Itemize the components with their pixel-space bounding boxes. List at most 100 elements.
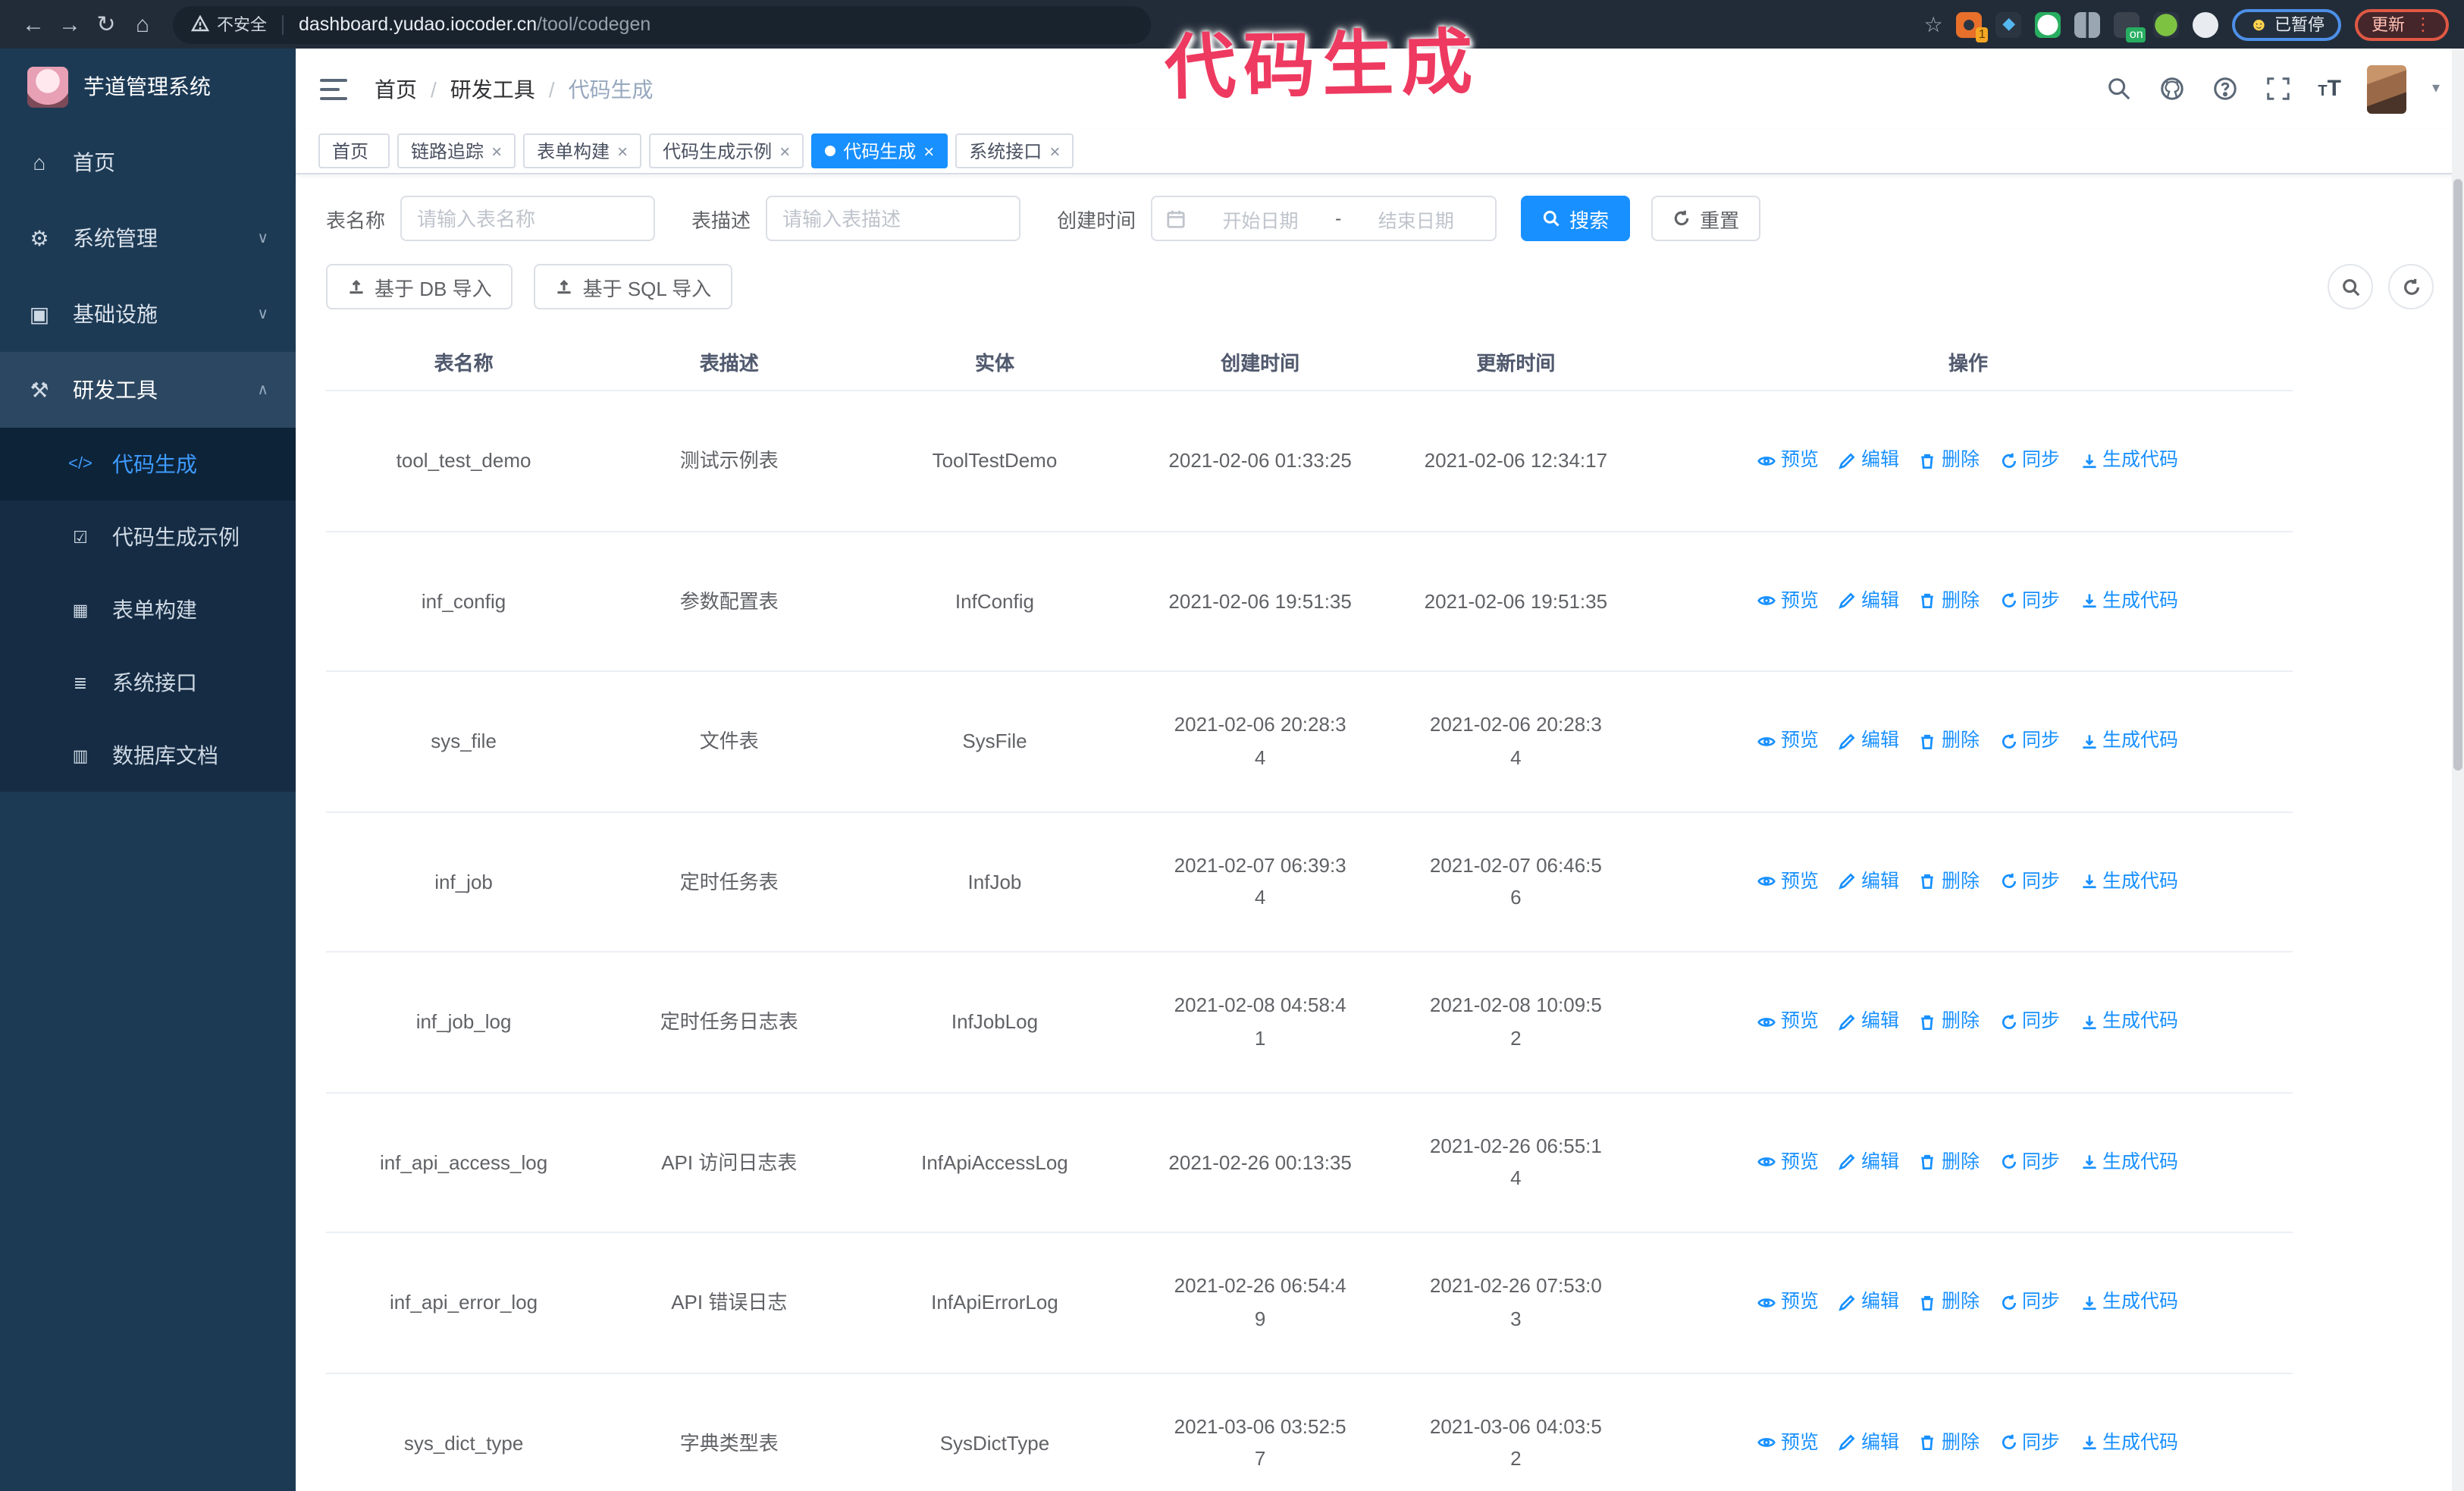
extension-icon-orange[interactable]: 1 <box>1956 11 1989 42</box>
preview-link[interactable]: 预览 <box>1758 1006 1819 1037</box>
breadcrumb-item[interactable]: 研发工具 <box>450 74 535 104</box>
extension-icon-puzzle[interactable] <box>2193 11 2219 37</box>
tab-close-icon[interactable]: × <box>1049 140 1060 162</box>
sync-link[interactable]: 同步 <box>1999 585 2060 617</box>
preview-link[interactable]: 预览 <box>1758 445 1819 476</box>
sidebar-item[interactable]: ⌂ 首页 <box>0 124 296 200</box>
sidebar-subitem[interactable]: </> 代码生成 <box>0 428 296 501</box>
delete-link[interactable]: 删除 <box>1919 1287 1980 1318</box>
preview-link[interactable]: 预览 <box>1758 1287 1819 1318</box>
sql-import-button[interactable]: 基于 SQL 导入 <box>534 264 733 309</box>
delete-link[interactable]: 删除 <box>1919 1006 1980 1037</box>
fullscreen-icon[interactable] <box>2265 75 2292 102</box>
edit-link[interactable]: 编辑 <box>1839 726 1899 757</box>
extension-icon-dark[interactable]: on <box>2114 11 2146 42</box>
scrollbar-thumb[interactable] <box>2453 179 2462 771</box>
edit-link[interactable]: 编辑 <box>1839 1287 1899 1318</box>
security-warning[interactable]: 不安全 <box>191 12 267 36</box>
delete-link[interactable]: 删除 <box>1919 1147 1980 1178</box>
delete-link[interactable]: 删除 <box>1919 726 1980 757</box>
end-date-placeholder[interactable]: 结束日期 <box>1350 204 1481 233</box>
preview-link[interactable]: 预览 <box>1758 1147 1819 1178</box>
browser-back-icon[interactable]: ← <box>15 11 52 37</box>
edit-link[interactable]: 编辑 <box>1839 585 1899 617</box>
db-import-button[interactable]: 基于 DB 导入 <box>326 264 513 309</box>
sidebar-item[interactable]: ⚒ 研发工具 ∧ <box>0 352 296 428</box>
edit-link[interactable]: 编辑 <box>1839 1006 1899 1037</box>
toggle-search-button[interactable] <box>2328 264 2373 309</box>
generate-code-link[interactable]: 生成代码 <box>2080 1006 2178 1037</box>
view-tab[interactable]: 首页 <box>318 133 390 168</box>
sidebar-item[interactable]: ▣ 基础设施 ∨ <box>0 276 296 352</box>
help-icon[interactable] <box>2212 75 2239 102</box>
tab-close-icon[interactable]: × <box>617 140 628 162</box>
browser-update-pill[interactable]: 更新 ⋮ <box>2355 8 2449 40</box>
table-name-input[interactable] <box>400 196 656 241</box>
sync-link[interactable]: 同步 <box>1999 726 2060 757</box>
breadcrumb-item[interactable]: 代码生成 <box>569 74 654 104</box>
generate-code-link[interactable]: 生成代码 <box>2080 1147 2178 1178</box>
sync-link[interactable]: 同步 <box>1999 1287 2060 1318</box>
delete-link[interactable]: 删除 <box>1919 585 1980 617</box>
view-tab[interactable]: 链路追踪 × <box>397 133 516 168</box>
sidebar-toggle-icon[interactable] <box>320 78 347 99</box>
delete-link[interactable]: 删除 <box>1919 1427 1980 1458</box>
view-tab[interactable]: 代码生成 × <box>811 133 948 168</box>
extension-icon-monkey[interactable] <box>2153 11 2180 37</box>
generate-code-link[interactable]: 生成代码 <box>2080 726 2178 757</box>
browser-reload-icon[interactable]: ↻ <box>88 11 124 38</box>
extension-icon-columns[interactable] <box>2074 11 2101 37</box>
generate-code-link[interactable]: 生成代码 <box>2080 1287 2178 1318</box>
sync-link[interactable]: 同步 <box>1999 866 2060 897</box>
generate-code-link[interactable]: 生成代码 <box>2080 585 2178 617</box>
breadcrumb-item[interactable]: 首页 <box>375 74 417 104</box>
edit-link[interactable]: 编辑 <box>1839 1427 1899 1458</box>
search-button[interactable]: 搜索 <box>1521 196 1631 241</box>
sync-link[interactable]: 同步 <box>1999 1427 2060 1458</box>
preview-link[interactable]: 预览 <box>1758 1427 1819 1458</box>
edit-link[interactable]: 编辑 <box>1839 1147 1899 1178</box>
generate-code-link[interactable]: 生成代码 <box>2080 866 2178 897</box>
profile-paused-pill[interactable]: ☻ 已暂停 <box>2232 8 2341 40</box>
tab-close-icon[interactable]: × <box>491 140 502 162</box>
preview-link[interactable]: 预览 <box>1758 585 1819 617</box>
tab-close-icon[interactable]: × <box>923 140 934 162</box>
sync-link[interactable]: 同步 <box>1999 445 2060 476</box>
browser-menu-dots-icon[interactable]: ⋮ <box>2414 14 2432 35</box>
view-tab[interactable]: 系统接口 × <box>955 133 1074 168</box>
edit-link[interactable]: 编辑 <box>1839 866 1899 897</box>
view-tab[interactable]: 代码生成示例 × <box>649 133 804 168</box>
start-date-placeholder[interactable]: 开始日期 <box>1195 204 1326 233</box>
sidebar-subitem[interactable]: ☑ 代码生成示例 <box>0 501 296 573</box>
sidebar-item[interactable]: ⚙ 系统管理 ∨ <box>0 200 296 276</box>
extension-icon-gem[interactable]: ◆ <box>1995 11 2022 37</box>
address-bar[interactable]: 不安全 dashboard.yudao.iocoder.cn/tool/code… <box>173 5 1151 43</box>
delete-link[interactable]: 删除 <box>1919 866 1980 897</box>
date-range-picker[interactable]: 开始日期 - 结束日期 <box>1151 196 1497 241</box>
preview-link[interactable]: 预览 <box>1758 866 1819 897</box>
sidebar-subitem[interactable]: ▥ 数据库文档 <box>0 719 296 792</box>
sidebar-subitem[interactable]: ≣ 系统接口 <box>0 646 296 719</box>
table-desc-input[interactable] <box>766 196 1021 241</box>
browser-home-icon[interactable]: ⌂ <box>124 11 161 37</box>
view-tab[interactable]: 表单构建 × <box>523 133 642 168</box>
user-avatar[interactable] <box>2366 64 2406 113</box>
preview-link[interactable]: 预览 <box>1758 726 1819 757</box>
delete-link[interactable]: 删除 <box>1919 445 1980 476</box>
edit-link[interactable]: 编辑 <box>1839 445 1899 476</box>
font-size-icon[interactable]: TT <box>2318 76 2341 102</box>
reset-button[interactable]: 重置 <box>1651 196 1761 241</box>
browser-forward-icon[interactable]: → <box>52 11 88 37</box>
sync-link[interactable]: 同步 <box>1999 1006 2060 1037</box>
sync-link[interactable]: 同步 <box>1999 1147 2060 1178</box>
bookmark-star-icon[interactable]: ☆ <box>1924 11 1943 37</box>
user-caret-down-icon[interactable]: ▾ <box>2432 80 2440 97</box>
extension-icon-green-check[interactable] <box>2035 11 2061 37</box>
sidebar-subitem[interactable]: ▦ 表单构建 <box>0 573 296 646</box>
github-icon[interactable] <box>2158 75 2186 102</box>
generate-code-link[interactable]: 生成代码 <box>2080 445 2178 476</box>
search-icon[interactable] <box>2105 75 2133 102</box>
tab-close-icon[interactable]: × <box>779 140 790 162</box>
generate-code-link[interactable]: 生成代码 <box>2080 1427 2178 1458</box>
refresh-table-button[interactable] <box>2388 264 2434 309</box>
